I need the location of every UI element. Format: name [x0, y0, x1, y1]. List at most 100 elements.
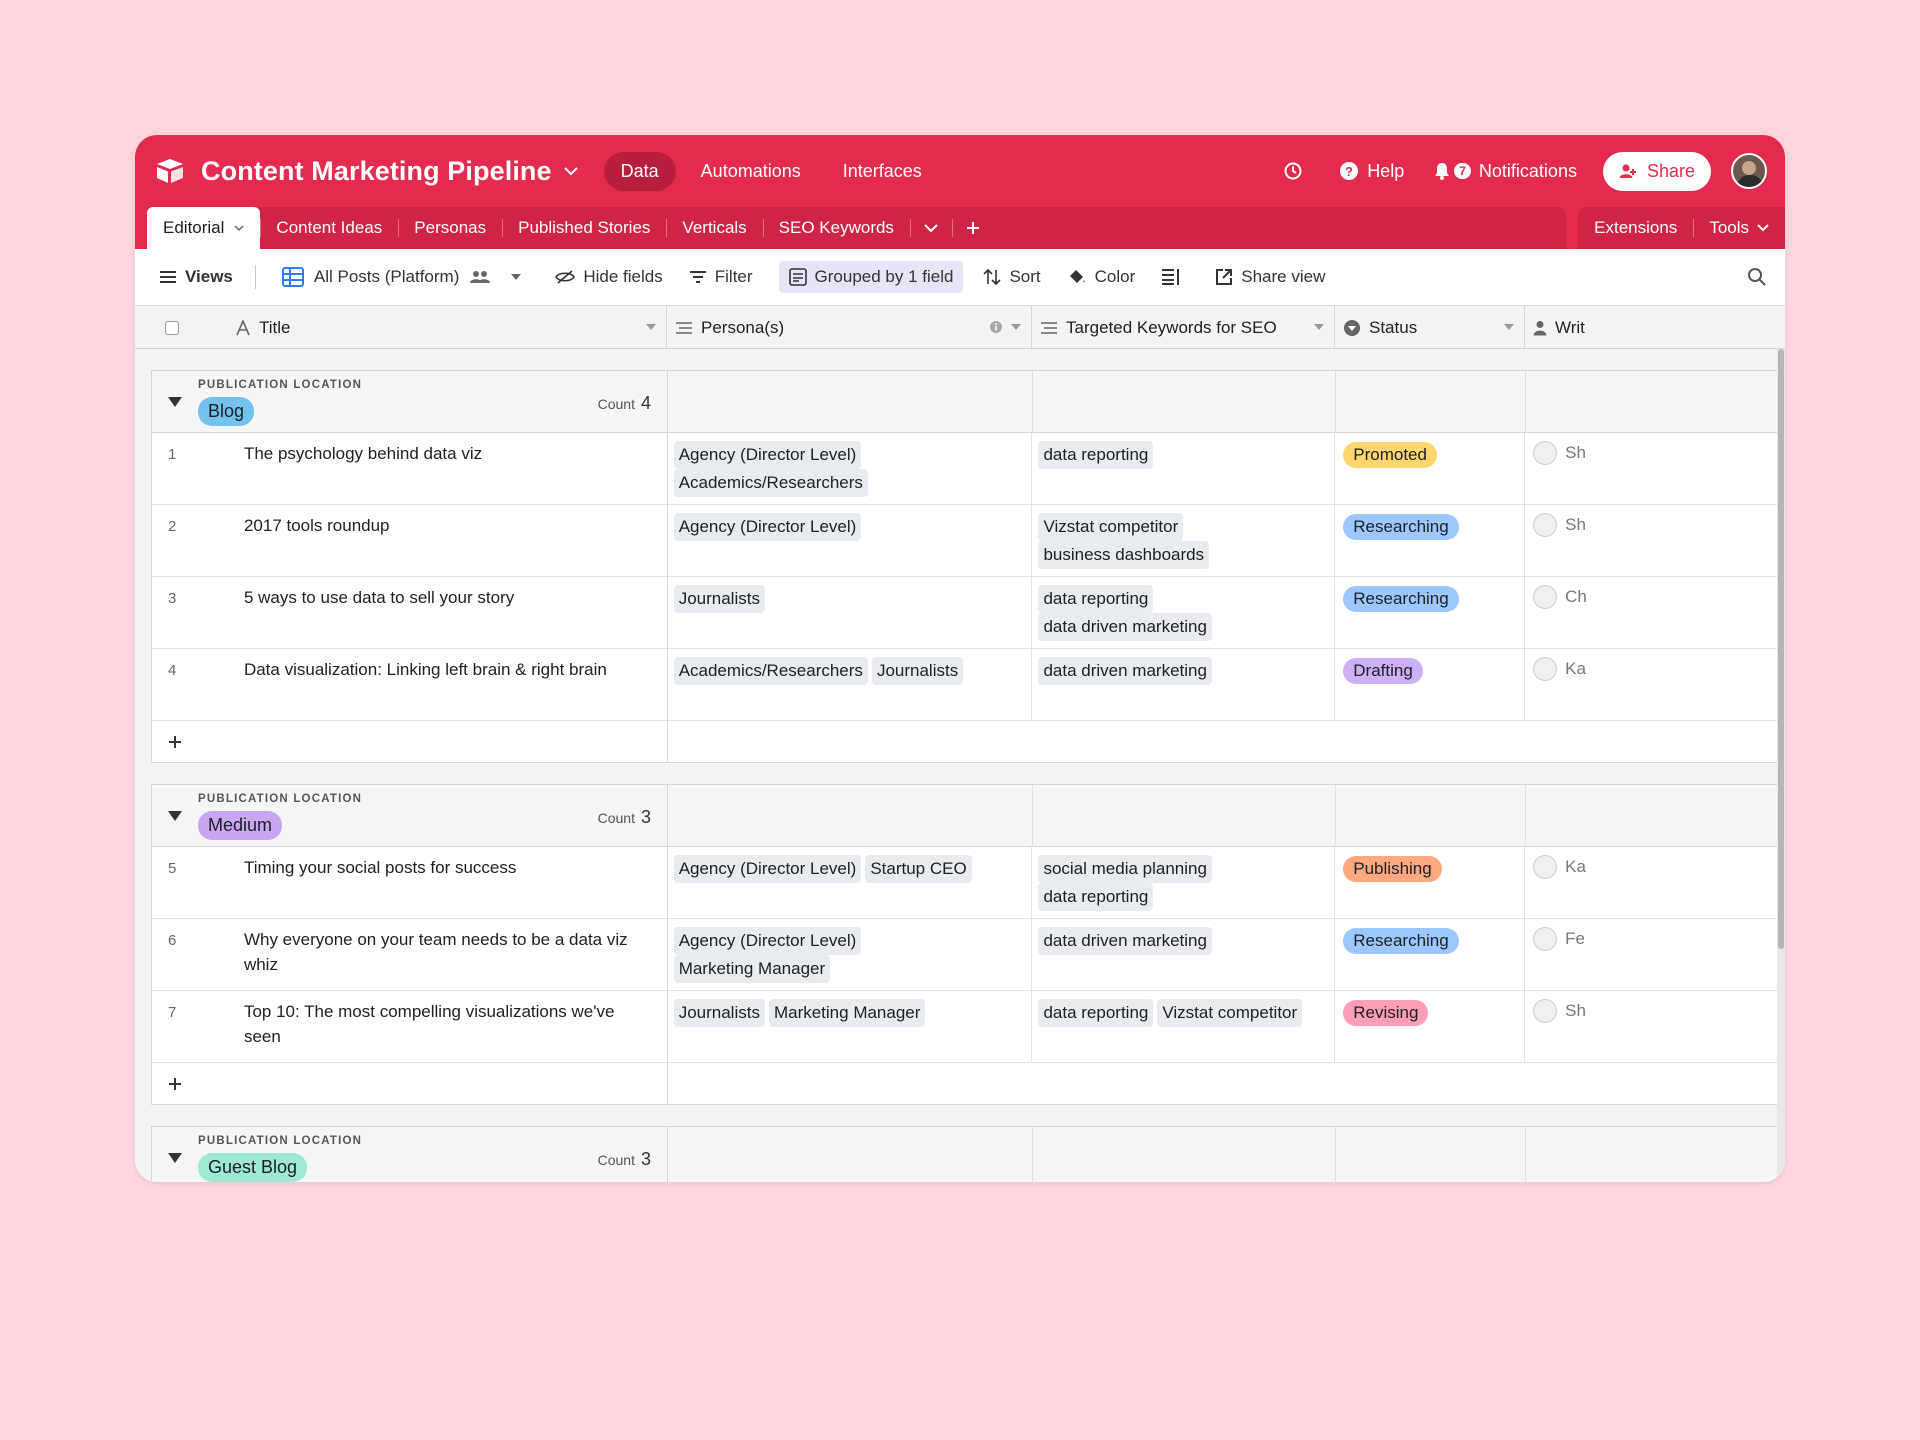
table-row[interactable]: 6 Why everyone on your team needs to be a… — [152, 919, 1785, 991]
add-table-icon[interactable] — [951, 207, 994, 249]
select-all-checkbox[interactable] — [165, 320, 179, 335]
writer-avatar — [1533, 513, 1558, 537]
writer-name: Fe — [1565, 929, 1585, 948]
keywords-cell[interactable]: data reporting Vizstat competitor — [1032, 991, 1336, 1063]
collapse-triangle-icon[interactable] — [168, 811, 182, 821]
notifications-button[interactable]: 7 Notifications — [1432, 161, 1577, 182]
filter-button[interactable]: Filter — [689, 267, 753, 287]
share-view-button[interactable]: Share view — [1215, 267, 1325, 287]
writer-avatar — [1533, 657, 1558, 681]
status-cell[interactable]: Researching — [1335, 577, 1526, 649]
personas-cell[interactable]: Agency (Director Level) — [668, 505, 1033, 577]
status-cell[interactable]: Publishing — [1335, 847, 1526, 919]
count-label: Count — [597, 1152, 635, 1168]
search-icon[interactable] — [1747, 267, 1767, 287]
column-header-title[interactable]: Title — [227, 306, 667, 349]
writer-cell[interactable]: Ka — [1525, 847, 1785, 919]
keywords-cell[interactable]: social media planningdata reporting — [1032, 847, 1336, 919]
group-header[interactable]: PUBLICATION LOCATION Medium Count 3 — [152, 785, 1785, 847]
top-bar: Content Marketing Pipeline Data Automati… — [135, 135, 1785, 207]
extensions-button[interactable]: Extensions — [1578, 207, 1693, 249]
persona-tag: Startup CEO — [865, 855, 972, 883]
base-title[interactable]: Content Marketing Pipeline — [201, 156, 552, 187]
nav-automations[interactable]: Automations — [684, 152, 818, 191]
user-avatar[interactable] — [1731, 153, 1767, 189]
personas-cell[interactable]: Agency (Director Level) Startup CEO — [668, 847, 1033, 919]
title-cell[interactable]: Why everyone on your team needs to be a … — [244, 919, 668, 991]
nav-interfaces[interactable]: Interfaces — [826, 152, 939, 191]
personas-cell[interactable]: Agency (Director Level)Academics/Researc… — [668, 433, 1033, 505]
tab-verticals[interactable]: Verticals — [666, 207, 762, 249]
persona-tag: Academics/Researchers — [673, 469, 868, 497]
help-button[interactable]: ? Help — [1339, 161, 1404, 182]
status-cell[interactable]: Researching — [1335, 505, 1526, 577]
collapse-triangle-icon[interactable] — [168, 1153, 182, 1163]
keywords-cell[interactable]: data reportingdata driven marketing — [1032, 577, 1336, 649]
group-value-pill: Medium — [198, 811, 283, 840]
hide-fields-button[interactable]: Hide fields — [555, 267, 663, 287]
count-value: 3 — [640, 1149, 651, 1169]
tab-content-ideas[interactable]: Content Ideas — [260, 207, 398, 249]
table-row[interactable]: 2 2017 tools roundup Agency (Director Leve… — [152, 505, 1785, 577]
personas-cell[interactable]: Journalists Marketing Manager — [668, 991, 1033, 1063]
table-row[interactable]: 3 5 ways to use data to sell your story Jo… — [152, 577, 1785, 649]
base-logo-icon[interactable] — [155, 156, 185, 186]
view-switcher[interactable]: All Posts (Platform) — [281, 267, 529, 287]
chevron-down-icon[interactable] — [563, 166, 578, 176]
title-cell[interactable]: Timing your social posts for success — [244, 847, 668, 919]
table-row[interactable]: 7 Top 10: The most compelling visualizati… — [152, 991, 1785, 1063]
share-button[interactable]: Share — [1602, 151, 1711, 191]
color-button[interactable]: Color — [1067, 267, 1135, 287]
row-height-button[interactable] — [1161, 268, 1189, 286]
status-cell[interactable]: Promoted — [1335, 433, 1526, 505]
column-header-writer[interactable]: Writ — [1525, 306, 1785, 349]
title-cell[interactable]: The psychology behind data viz — [244, 433, 668, 505]
status-badge: Promoted — [1343, 442, 1437, 468]
column-header-keywords[interactable]: Targeted Keywords for SEO — [1032, 306, 1335, 349]
writer-cell[interactable]: Sh — [1525, 505, 1785, 577]
status-cell[interactable]: Revising — [1335, 991, 1526, 1063]
tab-personas[interactable]: Personas — [398, 207, 502, 249]
writer-cell[interactable]: Fe — [1525, 919, 1785, 991]
table-row[interactable]: 4 Data visualization: Linking left brain … — [152, 649, 1785, 721]
tab-published-stories[interactable]: Published Stories — [502, 207, 666, 249]
group-button[interactable]: Grouped by 1 field — [778, 261, 964, 293]
title-cell[interactable]: Data visualization: Linking left brain &… — [244, 649, 668, 721]
column-header-personas[interactable]: Persona(s) — [667, 306, 1032, 349]
add-record-row[interactable] — [152, 1063, 1785, 1104]
column-writer-label: Writ — [1555, 317, 1585, 337]
vertical-scrollbar[interactable] — [1777, 349, 1785, 1182]
writer-cell[interactable]: Ch — [1525, 577, 1785, 649]
persona-tag: Agency (Director Level) — [673, 927, 862, 955]
views-button[interactable]: Views — [159, 267, 233, 287]
group-header[interactable]: PUBLICATION LOCATION Blog Count 4 — [152, 371, 1785, 433]
tools-button[interactable]: Tools — [1693, 207, 1785, 249]
writer-cell[interactable]: Sh — [1525, 991, 1785, 1063]
collapse-triangle-icon[interactable] — [168, 397, 182, 407]
more-tables-icon[interactable] — [909, 207, 952, 249]
column-header-status[interactable]: Status — [1335, 306, 1525, 349]
personas-cell[interactable]: Academics/Researchers Journalists — [668, 649, 1033, 721]
status-cell[interactable]: Drafting — [1335, 649, 1526, 721]
nav-data[interactable]: Data — [603, 151, 676, 191]
history-icon[interactable] — [1283, 161, 1311, 181]
writer-cell[interactable]: Sh — [1525, 433, 1785, 505]
personas-cell[interactable]: Agency (Director Level)Marketing Manager — [668, 919, 1033, 991]
title-cell[interactable]: Top 10: The most compelling visualizatio… — [244, 991, 668, 1063]
table-row[interactable]: 1 The psychology behind data viz Agency (D… — [152, 433, 1785, 505]
tab-editorial[interactable]: Editorial — [147, 207, 261, 249]
title-cell[interactable]: 5 ways to use data to sell your story — [244, 577, 668, 649]
writer-cell[interactable]: Ka — [1525, 649, 1785, 721]
keywords-cell[interactable]: data reporting — [1032, 433, 1336, 505]
title-cell[interactable]: 2017 tools roundup — [244, 505, 668, 577]
sort-button[interactable]: Sort — [983, 267, 1041, 287]
status-cell[interactable]: Researching — [1335, 919, 1526, 991]
personas-cell[interactable]: Journalists — [668, 577, 1033, 649]
tab-seo-keywords[interactable]: SEO Keywords — [762, 207, 910, 249]
add-record-row[interactable] — [152, 721, 1785, 762]
keywords-cell[interactable]: data driven marketing — [1032, 649, 1336, 721]
keywords-cell[interactable]: data driven marketing — [1032, 919, 1336, 991]
keywords-cell[interactable]: Vizstat competitorbusiness dashboards — [1032, 505, 1336, 577]
table-row[interactable]: 5 Timing your social posts for success Age… — [152, 847, 1785, 919]
group-header[interactable]: PUBLICATION LOCATION Guest Blog Count 3 — [152, 1127, 1785, 1182]
